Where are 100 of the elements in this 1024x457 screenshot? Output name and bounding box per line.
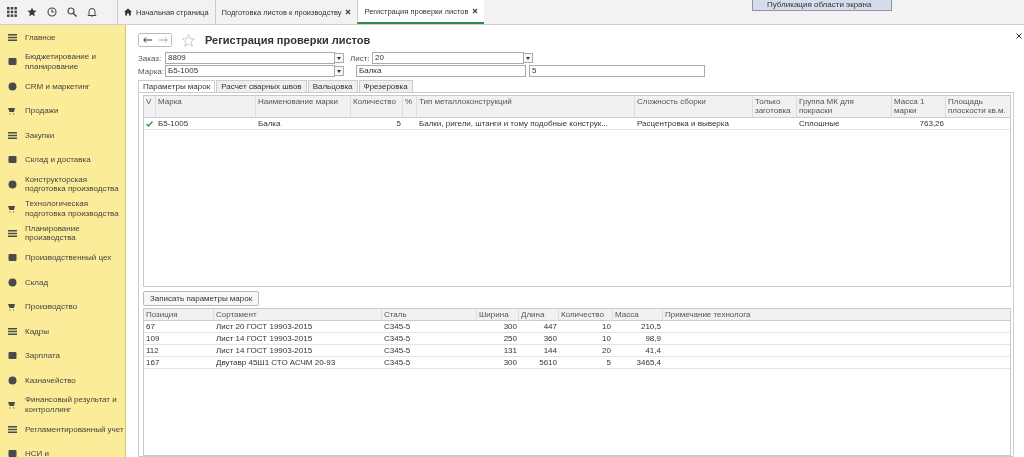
table-cell: Лист 14 ГОСТ 19903-2015	[216, 333, 313, 344]
table-cell: 109	[146, 333, 160, 344]
tab[interactable]: Вальцовка	[307, 80, 358, 92]
sidebar-item[interactable]: Продажи	[0, 98, 125, 123]
mark-field[interactable]: Б5-1005	[165, 65, 335, 77]
sidebar-item[interactable]: Склад и доставка	[0, 147, 125, 172]
sidebar-item[interactable]: Технологическая подготовка производства	[0, 196, 125, 221]
order-field[interactable]: 8809	[165, 52, 335, 64]
section-icon	[8, 302, 17, 312]
field-label: Лист:	[350, 53, 371, 63]
column-header[interactable]: Только заготовка	[753, 96, 797, 117]
checkmark-icon[interactable]	[146, 120, 153, 127]
sidebar-item[interactable]: НСИ и	[0, 441, 125, 457]
sidebar-item[interactable]: Закупки	[0, 123, 125, 148]
quantity-field[interactable]: 5	[529, 65, 705, 77]
table-cell: 5	[396, 118, 401, 129]
column-header[interactable]: Сортамент	[214, 309, 382, 320]
column-header[interactable]: %	[403, 96, 417, 117]
table-cell: 360	[543, 333, 557, 344]
tab[interactable]: Параметры марок	[138, 80, 216, 92]
column-header[interactable]: Наименование марки	[256, 96, 351, 117]
sidebar-item[interactable]: Главное	[0, 25, 125, 50]
apps-icon[interactable]	[7, 7, 17, 17]
sidebar-item[interactable]: CRM и маркетинг	[0, 74, 125, 99]
caret-icon	[337, 56, 341, 60]
close-icon[interactable]	[345, 9, 352, 15]
home-icon	[124, 8, 132, 16]
column-header[interactable]: Марка	[156, 96, 256, 117]
close-icon[interactable]	[1016, 33, 1022, 39]
column-header[interactable]: Позиция	[144, 309, 214, 320]
back-arrow-icon	[142, 37, 152, 43]
section-icon	[8, 204, 17, 214]
section-icon	[8, 424, 17, 434]
column-header[interactable]: V	[144, 96, 156, 117]
section-icon	[8, 155, 17, 165]
sidebar-item[interactable]: Зарплата	[0, 343, 125, 368]
table-cell: 250	[503, 333, 517, 344]
table-cell: Балки, ригели, штанги и тому подобные конструк...	[419, 118, 608, 129]
sidebar-item[interactable]: Бюджетирование и планирование	[0, 49, 125, 74]
section-icon	[8, 106, 17, 116]
table-cell: 763,26	[919, 118, 944, 129]
table-cell: 3465,4	[636, 357, 661, 368]
save-button[interactable]: Записать параметры марок	[143, 291, 260, 306]
history-icon[interactable]	[47, 7, 57, 17]
section-icon	[8, 351, 17, 361]
sidebar-item[interactable]: Производство	[0, 294, 125, 319]
table-cell: 98,9	[645, 333, 661, 344]
star-icon[interactable]	[182, 33, 195, 47]
column-header[interactable]: Примечание технолога	[663, 309, 1010, 320]
field-label: Марка:	[138, 66, 165, 76]
section-icon	[8, 179, 17, 189]
section-icon	[8, 57, 17, 67]
search-icon[interactable]	[67, 7, 77, 17]
bell-icon[interactable]	[87, 7, 97, 17]
column-header[interactable]: Длина	[519, 309, 559, 320]
column-header[interactable]: Ширина	[477, 309, 519, 320]
sidebar-item[interactable]: Регламентированный учет	[0, 417, 125, 442]
column-header[interactable]: Масса 1 марки	[892, 96, 946, 117]
table-cell: 300	[503, 321, 517, 332]
dropdown-button[interactable]	[524, 53, 533, 63]
table-cell: С345-5	[384, 357, 411, 368]
table-cell: 41,4	[645, 345, 661, 356]
table-cell: 144	[543, 345, 557, 356]
sheet-field[interactable]: 20	[372, 52, 524, 64]
field-label: Заказ:	[138, 53, 163, 63]
dropdown-button[interactable]	[335, 66, 344, 76]
sidebar-item[interactable]: Склад	[0, 270, 125, 295]
column-header[interactable]: Сталь	[382, 309, 477, 320]
mark-name-field[interactable]: Балка	[356, 65, 526, 77]
star-icon[interactable]	[27, 7, 37, 17]
column-header[interactable]: Группа МК для покраски	[797, 96, 892, 117]
sidebar-item[interactable]: Финансовый результат и контроллинг	[0, 392, 125, 417]
sidebar-item[interactable]: Производственный цех	[0, 245, 125, 270]
table-cell: С345-5	[384, 345, 411, 356]
column-header[interactable]: Площадь плоскости кв.м.	[946, 96, 1010, 117]
table-cell: 210,5	[640, 321, 661, 332]
table-cell: Двутавр 45Ш1 СТО АСЧМ 20-93	[216, 357, 336, 368]
column-header[interactable]: Тип металлоконструкций	[417, 96, 635, 117]
column-header[interactable]: Сложность сборки	[635, 96, 753, 117]
column-header[interactable]: Количество	[351, 96, 403, 117]
section-icon	[8, 375, 17, 385]
table-cell: 131	[503, 345, 517, 356]
sidebar-item[interactable]: Планирование производства	[0, 221, 125, 246]
sidebar-item[interactable]: Конструкторская подготовка производства	[0, 172, 125, 197]
back-button[interactable]	[139, 34, 155, 46]
dropdown-button[interactable]	[335, 53, 344, 63]
section-icon	[8, 32, 17, 42]
table-cell: С345-5	[384, 321, 411, 332]
table-cell: Расцентровка и выверка	[637, 118, 729, 129]
table-cell: 10	[602, 321, 611, 332]
sidebar-item[interactable]: Казначейство	[0, 368, 125, 393]
tab[interactable]: Фрезеровка	[358, 80, 413, 92]
close-icon[interactable]	[472, 8, 479, 14]
column-header[interactable]: Масса	[613, 309, 663, 320]
forward-arrow-icon	[158, 37, 168, 43]
section-icon	[8, 253, 17, 263]
sidebar-item[interactable]: Кадры	[0, 319, 125, 344]
column-header[interactable]: Количество	[559, 309, 613, 320]
table-cell: 300	[503, 357, 517, 368]
tab[interactable]: Расчет сварных швов	[216, 80, 307, 92]
